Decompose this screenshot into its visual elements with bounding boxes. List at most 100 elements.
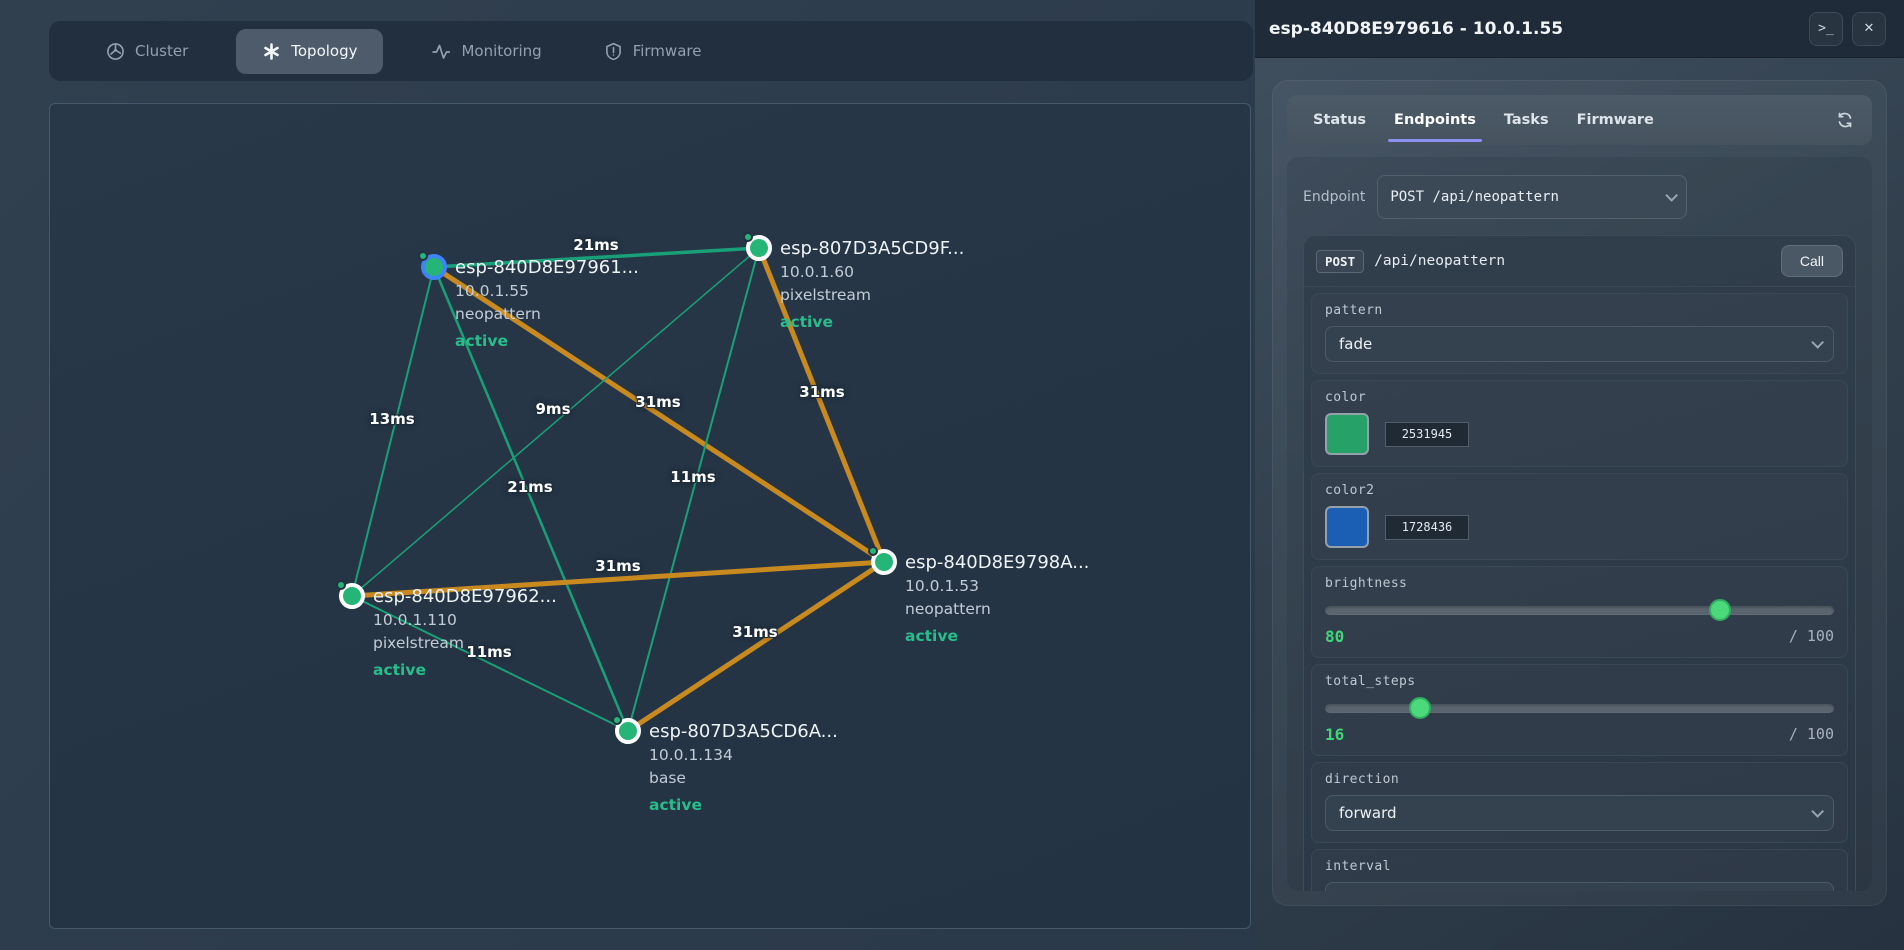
- node-role: pixelstream: [373, 632, 557, 655]
- node-status-dot: [336, 580, 346, 590]
- request-path: /api/neopattern: [1374, 253, 1781, 269]
- method-badge: POST: [1316, 250, 1364, 273]
- field-direction: direction forward: [1311, 762, 1848, 843]
- node-status-dot: [418, 251, 428, 261]
- topology-canvas[interactable]: 21ms31ms13ms21ms31ms9ms11ms31ms31ms11mse…: [49, 103, 1251, 929]
- tab-tasks[interactable]: Tasks: [1490, 95, 1563, 145]
- firmware-icon: [604, 42, 623, 61]
- node-status: active: [905, 625, 1089, 648]
- field-total-steps: total_steps 16 / 100: [1311, 664, 1848, 756]
- node-name: esp-807D3A5CD6A...: [649, 720, 838, 744]
- slider-thumb[interactable]: [1409, 697, 1431, 719]
- close-button[interactable]: ✕: [1852, 12, 1886, 46]
- brightness-slider[interactable]: [1325, 599, 1834, 621]
- nav-item-monitoring[interactable]: Monitoring: [417, 31, 555, 72]
- color2-swatch[interactable]: [1325, 506, 1369, 548]
- monitoring-icon: [431, 42, 451, 61]
- brightness-value: 80: [1325, 627, 1789, 646]
- node-status: active: [373, 659, 557, 682]
- node-label: esp-807D3A5CD6A...10.0.1.134base active: [649, 720, 838, 817]
- slider-track[interactable]: [1325, 606, 1834, 615]
- pattern-select[interactable]: fade: [1325, 326, 1834, 362]
- node-status: active: [649, 794, 838, 817]
- interval-input[interactable]: [1325, 882, 1834, 891]
- node-role: base: [649, 767, 838, 790]
- nav-item-label: Topology: [291, 42, 357, 60]
- node-status-dot: [612, 715, 622, 725]
- field-label: pattern: [1325, 303, 1834, 318]
- close-icon: ✕: [1864, 21, 1875, 36]
- nav-item-firmware[interactable]: Firmware: [590, 31, 716, 72]
- direction-select[interactable]: forward: [1325, 795, 1834, 831]
- tab-status[interactable]: Status: [1299, 95, 1380, 145]
- node-status: active: [455, 330, 639, 353]
- field-label: color2: [1325, 483, 1834, 498]
- field-brightness: brightness 80 / 100: [1311, 566, 1848, 658]
- refresh-button[interactable]: [1830, 105, 1860, 135]
- node-label: esp-840D8E97962...10.0.1.110pixelstream a…: [373, 585, 557, 682]
- color-swatch[interactable]: [1325, 413, 1369, 455]
- field-color: color: [1311, 380, 1848, 467]
- field-label: direction: [1325, 772, 1834, 787]
- node-status-dot: [743, 232, 753, 242]
- total-steps-value: 16: [1325, 725, 1789, 744]
- device-panel-title: esp-840D8E979616 - 10.0.1.55: [1269, 19, 1800, 39]
- total-steps-slider[interactable]: [1325, 697, 1834, 719]
- direction-select-value: forward: [1339, 804, 1811, 822]
- node-name: esp-840D8E9798A...: [905, 551, 1089, 575]
- node-ip: 10.0.1.110: [373, 609, 557, 632]
- slider-thumb[interactable]: [1709, 599, 1731, 621]
- endpoint-form: POST /api/neopattern Call pattern fade c…: [1303, 235, 1856, 891]
- tab-firmware[interactable]: Firmware: [1563, 95, 1668, 145]
- endpoint-label: Endpoint: [1303, 189, 1365, 205]
- node-ip: 10.0.1.60: [780, 261, 964, 284]
- request-header: POST /api/neopattern Call: [1304, 236, 1855, 287]
- terminal-icon: >_: [1818, 21, 1834, 36]
- pattern-select-value: fade: [1339, 335, 1811, 353]
- chevron-down-icon: [1811, 805, 1824, 818]
- nav-item-label: Cluster: [135, 42, 188, 60]
- nav-item-topology[interactable]: Topology: [236, 29, 383, 74]
- device-panel-card: Status Endpoints Tasks Firmware Endpoint…: [1272, 80, 1887, 906]
- node-role: neopattern: [905, 598, 1089, 621]
- device-panel-header: esp-840D8E979616 - 10.0.1.55 >_ ✕: [1255, 0, 1904, 58]
- nav-item-label: Firmware: [633, 42, 702, 60]
- topology-edge: [352, 267, 434, 596]
- node-name: esp-807D3A5CD9F...: [780, 237, 964, 261]
- color-value-input[interactable]: [1385, 422, 1469, 447]
- call-button[interactable]: Call: [1781, 245, 1843, 277]
- cluster-icon: [106, 42, 125, 61]
- node-ip: 10.0.1.53: [905, 575, 1089, 598]
- nav-item-label: Monitoring: [461, 42, 541, 60]
- slider-track[interactable]: [1325, 704, 1834, 713]
- node-status-dot: [868, 546, 878, 556]
- refresh-icon: [1836, 111, 1854, 129]
- field-label: interval: [1325, 859, 1834, 874]
- node-label: esp-807D3A5CD9F...10.0.1.60pixelstreamac…: [780, 237, 964, 334]
- field-label: total_steps: [1325, 674, 1834, 689]
- color2-value-input[interactable]: [1385, 515, 1469, 540]
- node-ip: 10.0.1.55: [455, 280, 639, 303]
- nav-item-cluster[interactable]: Cluster: [92, 31, 202, 72]
- chevron-down-icon: [1666, 189, 1679, 202]
- topology-icon: [262, 42, 281, 61]
- field-pattern: pattern fade: [1311, 293, 1848, 374]
- tab-spacer: [1668, 95, 1830, 145]
- node-name: esp-840D8E97961...: [455, 256, 639, 280]
- endpoint-select-value: POST /api/neopattern: [1390, 189, 1665, 205]
- top-nav: Cluster Topology Monitoring Firmware: [49, 21, 1253, 81]
- node-role: neopattern: [455, 303, 639, 326]
- endpoints-content: Endpoint POST /api/neopattern POST /api/…: [1287, 157, 1872, 891]
- panel-tabs: Status Endpoints Tasks Firmware: [1287, 95, 1872, 145]
- field-color2: color2: [1311, 473, 1848, 560]
- terminal-button[interactable]: >_: [1809, 12, 1843, 46]
- node-ip: 10.0.1.134: [649, 744, 838, 767]
- node-label: esp-840D8E97961...10.0.1.55neopattern act…: [455, 256, 639, 353]
- device-panel: esp-840D8E979616 - 10.0.1.55 >_ ✕ Status…: [1255, 0, 1904, 950]
- endpoint-select[interactable]: POST /api/neopattern: [1377, 175, 1687, 219]
- tab-endpoints[interactable]: Endpoints: [1380, 95, 1490, 145]
- field-label: brightness: [1325, 576, 1834, 591]
- node-status: active: [780, 311, 964, 334]
- total-steps-max: / 100: [1789, 725, 1834, 744]
- node-name: esp-840D8E97962...: [373, 585, 557, 609]
